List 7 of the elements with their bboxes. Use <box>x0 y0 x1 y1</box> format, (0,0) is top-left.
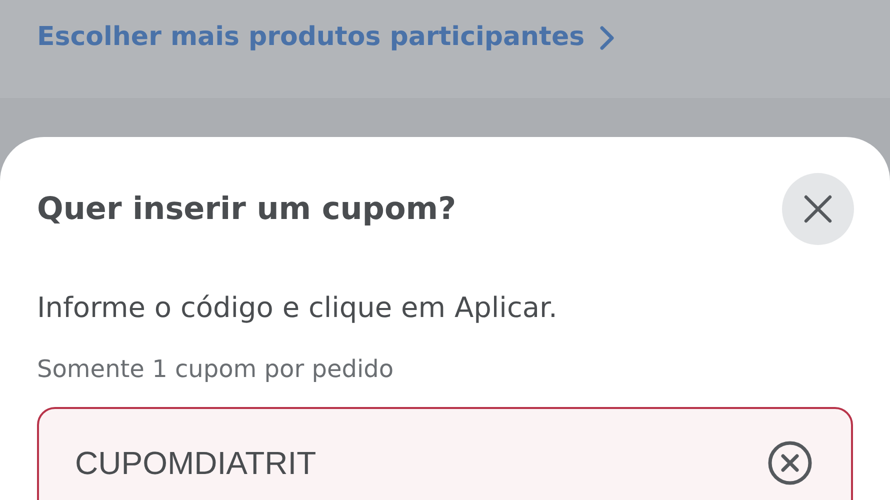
chevron-right-icon <box>598 24 615 50</box>
close-icon <box>803 194 833 224</box>
coupon-field[interactable]: CUPOMDIATRIT <box>37 407 853 500</box>
sheet-title: Quer inserir um cupom? <box>37 190 456 229</box>
hint-text: Somente 1 cupom por pedido <box>37 354 395 385</box>
clear-icon[interactable] <box>767 440 813 486</box>
instruction-text: Informe o código e clique em Aplicar. <box>37 290 558 326</box>
